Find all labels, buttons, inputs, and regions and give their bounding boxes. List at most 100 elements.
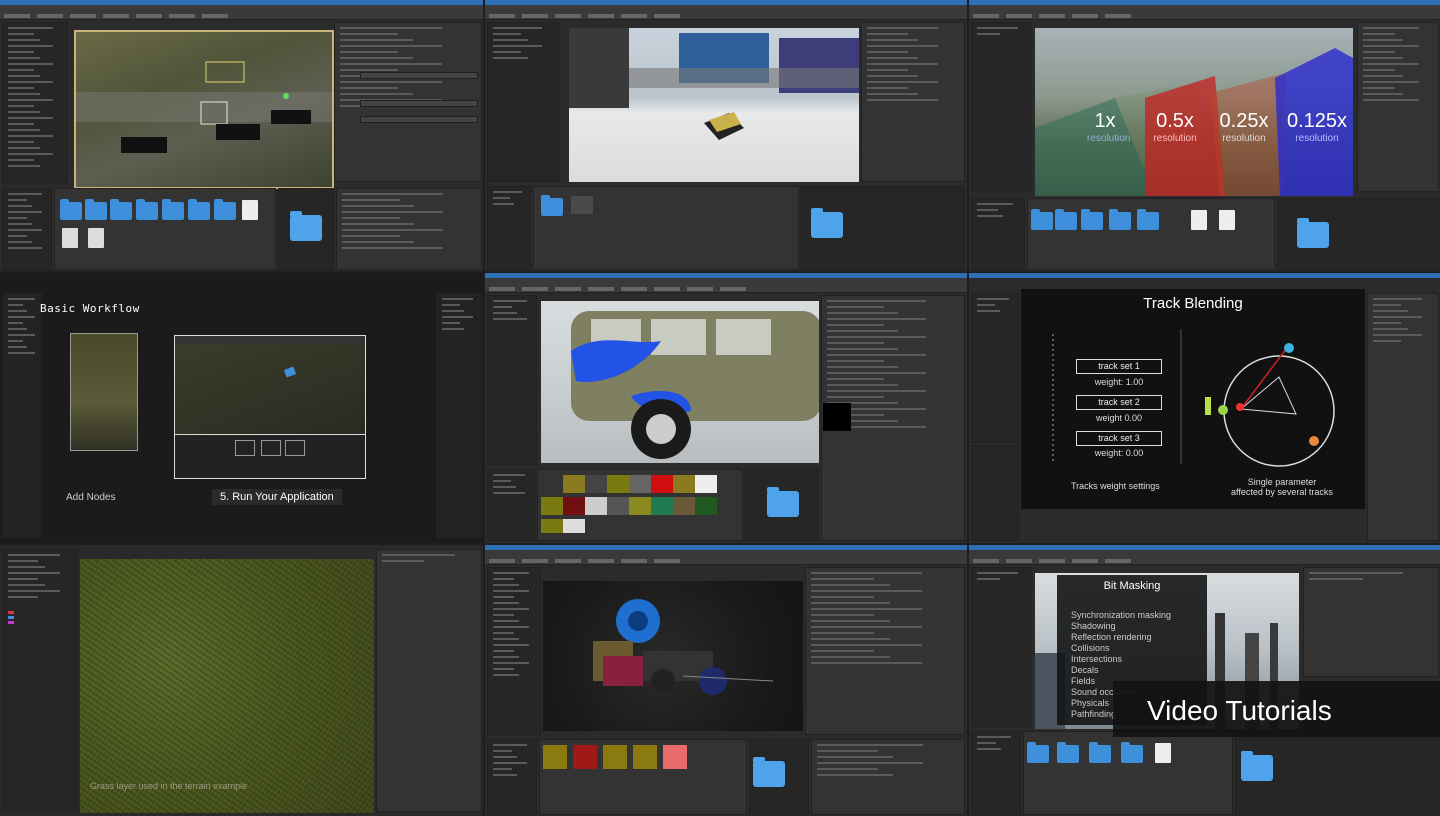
world-hierarchy-panel[interactable]: [971, 22, 1031, 192]
asset-thumbnail[interactable]: [629, 497, 651, 515]
asset-thumbnail[interactable]: [607, 475, 629, 493]
folder-icon[interactable]: [541, 195, 563, 216]
folder-icon[interactable]: [214, 199, 236, 220]
asset-thumbnail[interactable]: [651, 497, 673, 515]
add-nodes-caption: Add Nodes: [66, 492, 116, 503]
folder-icon[interactable]: [1027, 742, 1049, 763]
asset-thumbnail[interactable]: [563, 475, 585, 493]
folder-icon[interactable]: [1057, 742, 1079, 763]
file-icon[interactable]: [62, 228, 78, 248]
asset-thumbnail[interactable]: [673, 475, 695, 493]
menu-bar[interactable]: [0, 5, 483, 20]
folder-icon[interactable]: [60, 199, 82, 220]
folder-icon[interactable]: [162, 199, 184, 220]
resolution-caption: resolution: [1222, 133, 1266, 144]
properties-panel[interactable]: [336, 188, 482, 270]
asset-thumbnail[interactable]: [571, 196, 593, 214]
asset-thumbnail[interactable]: [651, 475, 673, 493]
folder-icon[interactable]: [1109, 209, 1131, 230]
folder-icon[interactable]: [1137, 209, 1159, 230]
asset-thumbnail[interactable]: [541, 475, 563, 493]
scene-viewport[interactable]: [543, 581, 803, 731]
asset-thumbnail[interactable]: [541, 519, 563, 533]
scene-viewport[interactable]: [74, 30, 334, 189]
world-hierarchy-panel[interactable]: [487, 567, 541, 735]
folder-icon[interactable]: [188, 199, 210, 220]
bit-masking-title: Bit Masking: [1103, 580, 1161, 592]
folder-icon[interactable]: [1031, 209, 1053, 230]
scene-viewport[interactable]: [569, 28, 859, 182]
parameters-panel: [436, 293, 482, 538]
asset-thumbnail[interactable]: [585, 497, 607, 515]
asset-thumbnail[interactable]: [563, 497, 585, 515]
grass-caption: Grass layer used in the terrain example: [90, 781, 248, 791]
parameters-panel[interactable]: [861, 22, 965, 182]
asset-browser-tree[interactable]: [487, 186, 531, 270]
scene-viewport[interactable]: [541, 301, 819, 463]
parameters-panel[interactable]: [1357, 22, 1439, 192]
folder-icon[interactable]: [110, 199, 132, 220]
resolution-0-25x: 0.25x resolution: [1211, 110, 1277, 144]
folder-icon[interactable]: [85, 199, 107, 220]
workflow-scene-preview: [70, 333, 138, 451]
asset-thumbnail[interactable]: [541, 497, 563, 515]
parameters-panel[interactable]: [1367, 293, 1439, 541]
menu-bar[interactable]: [485, 278, 967, 293]
asset-thumbnail[interactable]: [663, 745, 687, 769]
file-icon[interactable]: [242, 200, 258, 220]
asset-thumbnail[interactable]: [543, 745, 567, 769]
parameters-panel[interactable]: [805, 567, 965, 735]
asset-thumbnail[interactable]: [629, 475, 651, 493]
properties-panel[interactable]: [811, 739, 965, 815]
file-icon[interactable]: [88, 228, 104, 248]
file-icon[interactable]: [1219, 210, 1235, 230]
asset-browser-tree[interactable]: [971, 198, 1025, 270]
asset-thumbnail[interactable]: [573, 745, 597, 769]
menu-bar[interactable]: [485, 5, 967, 20]
asset-browser-tree[interactable]: [487, 469, 535, 541]
bit-masking-item: Physicals: [1071, 698, 1110, 708]
file-icon[interactable]: [1191, 210, 1207, 230]
world-hierarchy-panel[interactable]: [971, 293, 1019, 443]
grass-viewport[interactable]: Grass layer used in the terrain example: [80, 559, 374, 813]
asset-browser-tree[interactable]: [2, 188, 52, 270]
parameter-field[interactable]: [360, 72, 478, 79]
asset-browser-tree[interactable]: [971, 731, 1021, 815]
world-hierarchy-panel[interactable]: [487, 22, 559, 182]
asset-thumbnail[interactable]: [607, 497, 629, 515]
video-tutorials-banner[interactable]: Video Tutorials: [1113, 681, 1440, 737]
folder-icon[interactable]: [1055, 209, 1077, 230]
parameter-field[interactable]: [360, 100, 478, 107]
layers-panel[interactable]: [2, 549, 78, 812]
asset-thumbnail[interactable]: [673, 497, 695, 515]
world-hierarchy-panel[interactable]: [971, 567, 1031, 727]
folder-preview-icon: [767, 487, 799, 517]
tile-resolution-comparison: 1x resolution 0.5x resolution 0.25x reso…: [969, 0, 1440, 271]
folder-icon[interactable]: [1121, 742, 1143, 763]
asset-browser[interactable]: [1027, 198, 1275, 270]
bit-masking-item: Intersections: [1071, 654, 1123, 664]
menu-bar[interactable]: [969, 550, 1440, 565]
asset-thumbnail[interactable]: [695, 475, 717, 493]
menu-bar[interactable]: [969, 5, 1440, 20]
asset-thumbnail[interactable]: [603, 745, 627, 769]
folder-icon[interactable]: [1089, 742, 1111, 763]
scene-viewport[interactable]: 1x resolution 0.5x resolution 0.25x reso…: [1035, 28, 1353, 196]
asset-thumbnail[interactable]: [563, 519, 585, 533]
parameter-field[interactable]: [360, 116, 478, 123]
title-bar: [969, 273, 1440, 278]
menu-bar[interactable]: [485, 550, 967, 565]
world-hierarchy-panel[interactable]: [2, 22, 68, 184]
file-icon[interactable]: [1155, 743, 1171, 763]
parameters-panel[interactable]: [1303, 567, 1439, 677]
tile-viewport-vehicle: [485, 0, 967, 271]
asset-browser-tree[interactable]: [487, 739, 537, 815]
asset-thumbnail[interactable]: [633, 745, 657, 769]
world-hierarchy-panel[interactable]: [487, 295, 537, 465]
asset-browser[interactable]: [971, 445, 1019, 541]
folder-icon[interactable]: [136, 199, 158, 220]
folder-icon[interactable]: [1081, 209, 1103, 230]
asset-thumbnail[interactable]: [695, 497, 717, 515]
asset-thumbnail[interactable]: [585, 475, 607, 493]
parameters-panel[interactable]: [376, 549, 482, 812]
